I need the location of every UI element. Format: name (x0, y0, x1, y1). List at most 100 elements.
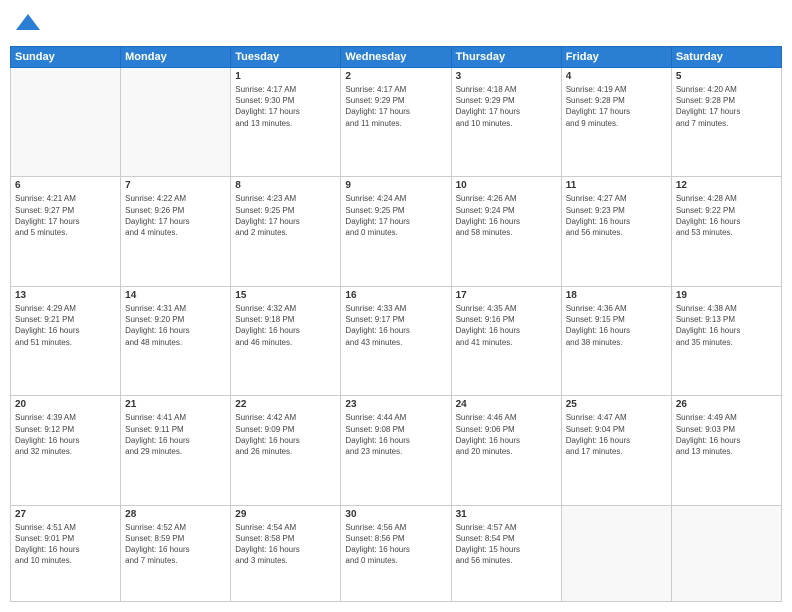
header (10, 10, 782, 38)
calendar-cell: 31 Sunrise: 4:57 AM Sunset: 8:54 PM Dayli… (451, 505, 561, 601)
calendar-cell: 17 Sunrise: 4:35 AM Sunset: 9:16 PM Dayli… (451, 286, 561, 395)
day-number: 3 (456, 71, 557, 82)
calendar-cell: 22 Sunrise: 4:42 AM Sunset: 9:09 PM Dayli… (231, 396, 341, 505)
calendar-cell: 30 Sunrise: 4:56 AM Sunset: 8:56 PM Dayli… (341, 505, 451, 601)
calendar-cell: 9 Sunrise: 4:24 AM Sunset: 9:25 PM Daylig… (341, 177, 451, 286)
weekday-header-sunday: Sunday (11, 47, 121, 68)
day-number: 28 (125, 509, 226, 520)
day-info: Sunrise: 4:28 AM Sunset: 9:22 PM Dayligh… (676, 193, 777, 238)
day-info: Sunrise: 4:32 AM Sunset: 9:18 PM Dayligh… (235, 303, 336, 348)
day-number: 20 (15, 399, 116, 410)
day-number: 5 (676, 71, 777, 82)
day-number: 22 (235, 399, 336, 410)
calendar-week-row: 27 Sunrise: 4:51 AM Sunset: 9:01 PM Dayli… (11, 505, 782, 601)
day-number: 29 (235, 509, 336, 520)
calendar-cell: 21 Sunrise: 4:41 AM Sunset: 9:11 PM Dayli… (121, 396, 231, 505)
calendar-cell: 18 Sunrise: 4:36 AM Sunset: 9:15 PM Dayli… (561, 286, 671, 395)
calendar-cell: 1 Sunrise: 4:17 AM Sunset: 9:30 PM Daylig… (231, 68, 341, 177)
weekday-header-wednesday: Wednesday (341, 47, 451, 68)
day-number: 25 (566, 399, 667, 410)
calendar-cell: 2Sunrise: 4:17 AM Sunset: 9:29 PM Daylig… (341, 68, 451, 177)
day-info: Sunrise: 4:36 AM Sunset: 9:15 PM Dayligh… (566, 303, 667, 348)
day-number: 27 (15, 509, 116, 520)
day-info: Sunrise: 4:17 AM Sunset: 9:30 PM Dayligh… (235, 84, 336, 129)
calendar-cell: 24 Sunrise: 4:46 AM Sunset: 9:06 PM Dayli… (451, 396, 561, 505)
day-number: 12 (676, 180, 777, 191)
day-number: 10 (456, 180, 557, 191)
day-info: Sunrise: 4:27 AM Sunset: 9:23 PM Dayligh… (566, 193, 667, 238)
day-info: Sunrise: 4:39 AM Sunset: 9:12 PM Dayligh… (15, 412, 116, 457)
weekday-header-thursday: Thursday (451, 47, 561, 68)
calendar-cell: 4 Sunrise: 4:19 AM Sunset: 9:28 PM Daylig… (561, 68, 671, 177)
day-number: 16 (345, 290, 446, 301)
logo-icon (14, 10, 42, 38)
day-number: 30 (345, 509, 446, 520)
calendar-week-row: 1 Sunrise: 4:17 AM Sunset: 9:30 PM Daylig… (11, 68, 782, 177)
day-info: Sunrise: 4:57 AM Sunset: 8:54 PM Dayligh… (456, 522, 557, 567)
day-info: Sunrise: 4:19 AM Sunset: 9:28 PM Dayligh… (566, 84, 667, 129)
calendar-cell: 20 Sunrise: 4:39 AM Sunset: 9:12 PM Dayli… (11, 396, 121, 505)
calendar-cell: 13Sunrise: 4:29 AM Sunset: 9:21 PM Dayli… (11, 286, 121, 395)
day-info: Sunrise: 4:49 AM Sunset: 9:03 PM Dayligh… (676, 412, 777, 457)
calendar-cell: 23 Sunrise: 4:44 AM Sunset: 9:08 PM Dayli… (341, 396, 451, 505)
day-info: Sunrise: 4:52 AM Sunset: 8:59 PM Dayligh… (125, 522, 226, 567)
calendar-cell: 3 Sunrise: 4:18 AM Sunset: 9:29 PM Daylig… (451, 68, 561, 177)
day-number: 1 (235, 71, 336, 82)
weekday-header-friday: Friday (561, 47, 671, 68)
calendar-cell: 19Sunrise: 4:38 AM Sunset: 9:13 PM Dayli… (671, 286, 781, 395)
day-number: 21 (125, 399, 226, 410)
page: SundayMondayTuesdayWednesdayThursdayFrid… (0, 0, 792, 612)
calendar-cell: 6Sunrise: 4:21 AM Sunset: 9:27 PM Daylig… (11, 177, 121, 286)
calendar-cell: 11 Sunrise: 4:27 AM Sunset: 9:23 PM Dayli… (561, 177, 671, 286)
day-info: Sunrise: 4:23 AM Sunset: 9:25 PM Dayligh… (235, 193, 336, 238)
calendar-cell (671, 505, 781, 601)
calendar-cell: 27 Sunrise: 4:51 AM Sunset: 9:01 PM Dayli… (11, 505, 121, 601)
day-number: 17 (456, 290, 557, 301)
weekday-header-saturday: Saturday (671, 47, 781, 68)
day-info: Sunrise: 4:22 AM Sunset: 9:26 PM Dayligh… (125, 193, 226, 238)
day-number: 31 (456, 509, 557, 520)
calendar-cell: 5Sunrise: 4:20 AM Sunset: 9:28 PM Daylig… (671, 68, 781, 177)
day-number: 7 (125, 180, 226, 191)
day-number: 26 (676, 399, 777, 410)
day-info: Sunrise: 4:24 AM Sunset: 9:25 PM Dayligh… (345, 193, 446, 238)
weekday-header-row: SundayMondayTuesdayWednesdayThursdayFrid… (11, 47, 782, 68)
day-info: Sunrise: 4:35 AM Sunset: 9:16 PM Dayligh… (456, 303, 557, 348)
day-info: Sunrise: 4:46 AM Sunset: 9:06 PM Dayligh… (456, 412, 557, 457)
day-info: Sunrise: 4:26 AM Sunset: 9:24 PM Dayligh… (456, 193, 557, 238)
calendar-week-row: 6Sunrise: 4:21 AM Sunset: 9:27 PM Daylig… (11, 177, 782, 286)
calendar-week-row: 20 Sunrise: 4:39 AM Sunset: 9:12 PM Dayli… (11, 396, 782, 505)
day-number: 9 (345, 180, 446, 191)
day-info: Sunrise: 4:56 AM Sunset: 8:56 PM Dayligh… (345, 522, 446, 567)
day-info: Sunrise: 4:31 AM Sunset: 9:20 PM Dayligh… (125, 303, 226, 348)
day-info: Sunrise: 4:29 AM Sunset: 9:21 PM Dayligh… (15, 303, 116, 348)
day-number: 14 (125, 290, 226, 301)
day-info: Sunrise: 4:38 AM Sunset: 9:13 PM Dayligh… (676, 303, 777, 348)
day-number: 15 (235, 290, 336, 301)
day-number: 24 (456, 399, 557, 410)
day-info: Sunrise: 4:42 AM Sunset: 9:09 PM Dayligh… (235, 412, 336, 457)
day-number: 11 (566, 180, 667, 191)
calendar-cell: 12 Sunrise: 4:28 AM Sunset: 9:22 PM Dayli… (671, 177, 781, 286)
day-info: Sunrise: 4:51 AM Sunset: 9:01 PM Dayligh… (15, 522, 116, 567)
calendar-cell: 10 Sunrise: 4:26 AM Sunset: 9:24 PM Dayli… (451, 177, 561, 286)
calendar-cell: 14 Sunrise: 4:31 AM Sunset: 9:20 PM Dayli… (121, 286, 231, 395)
calendar-cell: 28 Sunrise: 4:52 AM Sunset: 8:59 PM Dayli… (121, 505, 231, 601)
day-info: Sunrise: 4:44 AM Sunset: 9:08 PM Dayligh… (345, 412, 446, 457)
day-info: Sunrise: 4:47 AM Sunset: 9:04 PM Dayligh… (566, 412, 667, 457)
day-number: 6 (15, 180, 116, 191)
day-info: Sunrise: 4:33 AM Sunset: 9:17 PM Dayligh… (345, 303, 446, 348)
day-number: 2 (345, 71, 446, 82)
logo (10, 10, 42, 38)
calendar-cell: 26 Sunrise: 4:49 AM Sunset: 9:03 PM Dayli… (671, 396, 781, 505)
day-number: 18 (566, 290, 667, 301)
day-info: Sunrise: 4:41 AM Sunset: 9:11 PM Dayligh… (125, 412, 226, 457)
weekday-header-tuesday: Tuesday (231, 47, 341, 68)
weekday-header-monday: Monday (121, 47, 231, 68)
day-number: 4 (566, 71, 667, 82)
day-info: Sunrise: 4:18 AM Sunset: 9:29 PM Dayligh… (456, 84, 557, 129)
calendar-cell: 7 Sunrise: 4:22 AM Sunset: 9:26 PM Daylig… (121, 177, 231, 286)
calendar-cell (561, 505, 671, 601)
day-number: 23 (345, 399, 446, 410)
day-number: 8 (235, 180, 336, 191)
